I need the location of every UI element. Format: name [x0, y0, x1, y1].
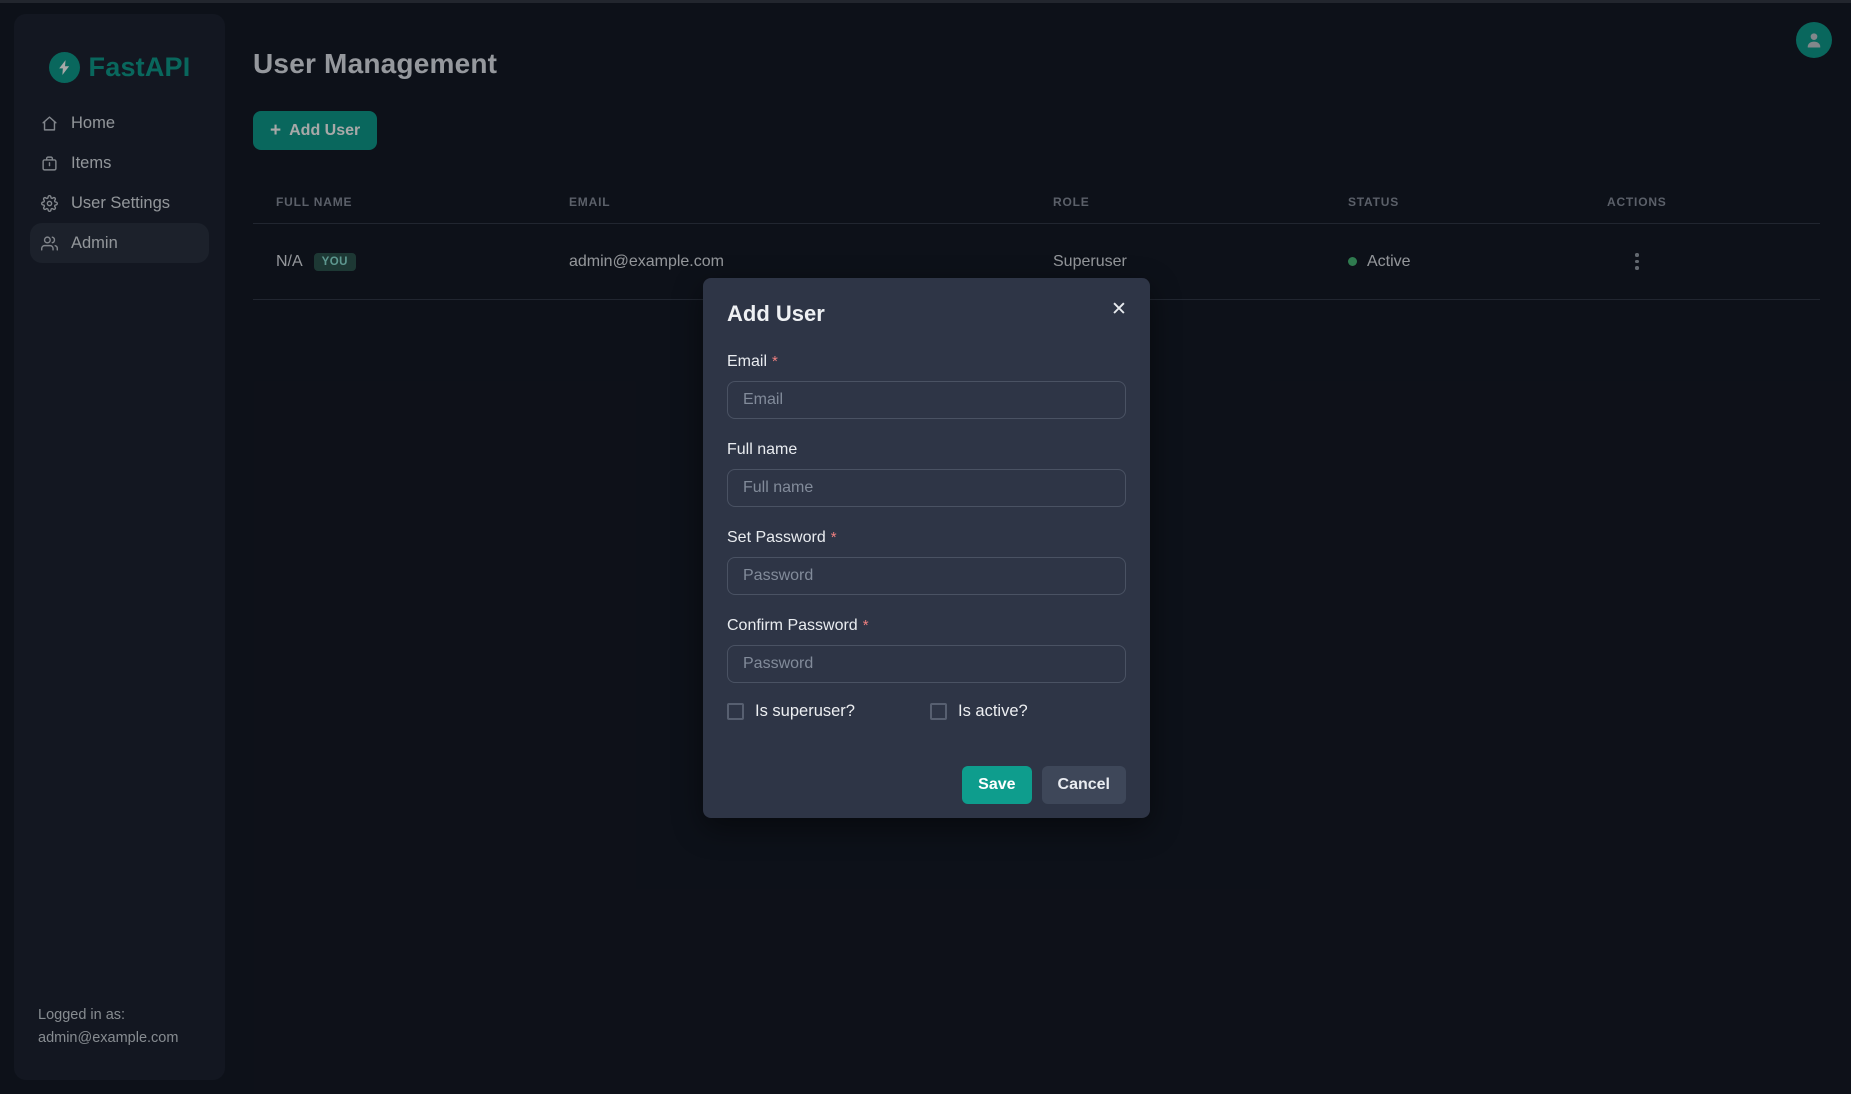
checkbox-icon [727, 703, 744, 720]
modal-checkbox-row: Is superuser? Is active? [727, 702, 1126, 721]
is-superuser-checkbox[interactable]: Is superuser? [727, 702, 930, 721]
is-active-checkbox[interactable]: Is active? [930, 702, 1028, 721]
app-root: FastAPI Home Items User Settings [0, 0, 1851, 1094]
modal-title: Add User [727, 300, 1126, 328]
confirm-password-field-label: Confirm Password* [727, 616, 1126, 635]
save-button[interactable]: Save [962, 766, 1031, 804]
set-password-input[interactable] [727, 557, 1126, 595]
full-name-field-group: Full name [727, 440, 1126, 507]
modal-footer: Save Cancel [727, 766, 1126, 804]
set-password-field-label: Set Password* [727, 528, 1126, 547]
required-mark: * [831, 529, 837, 546]
is-active-label: Is active? [958, 702, 1028, 721]
required-mark: * [863, 617, 869, 634]
email-field-label: Email* [727, 352, 1126, 371]
close-icon: ✕ [1111, 299, 1127, 320]
add-user-modal: Add User ✕ Email* Full name Set Password… [703, 278, 1150, 818]
email-field-group: Email* [727, 352, 1126, 419]
is-superuser-label: Is superuser? [755, 702, 855, 721]
cancel-button[interactable]: Cancel [1042, 766, 1126, 804]
full-name-field-label: Full name [727, 440, 1126, 459]
confirm-password-field-group: Confirm Password* [727, 616, 1126, 683]
required-mark: * [772, 353, 778, 370]
confirm-password-input[interactable] [727, 645, 1126, 683]
modal-close-button[interactable]: ✕ [1104, 294, 1134, 324]
email-input[interactable] [727, 381, 1126, 419]
full-name-input[interactable] [727, 469, 1126, 507]
set-password-field-group: Set Password* [727, 528, 1126, 595]
checkbox-icon [930, 703, 947, 720]
